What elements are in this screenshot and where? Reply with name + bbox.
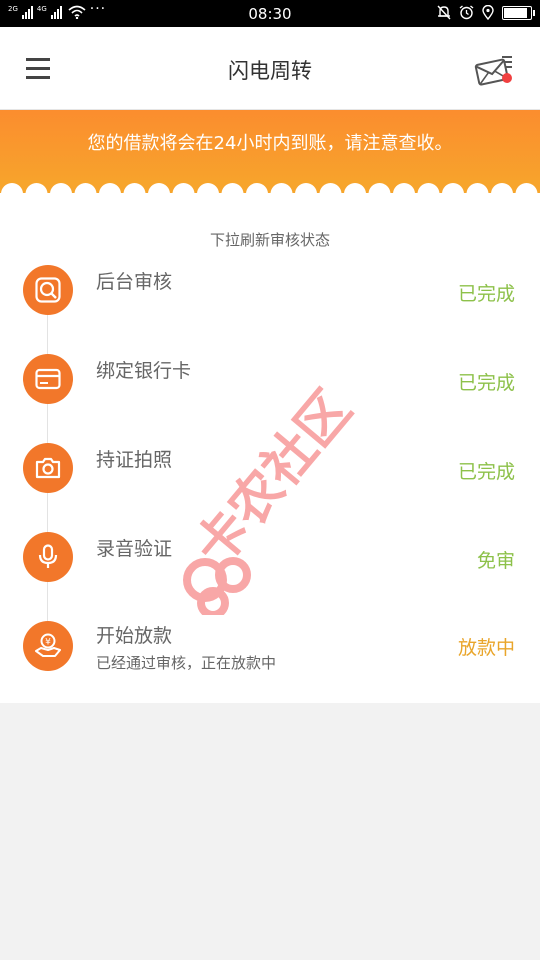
yuan-hand-icon: ¥ xyxy=(23,621,73,671)
app-header: 闪电周转 xyxy=(0,27,540,110)
notification-dot xyxy=(502,73,512,83)
bank-card-icon xyxy=(23,354,73,404)
step-status: 放款中 xyxy=(457,637,515,659)
banner-text: 您的借款将会在24小时内到账，请注意查收。 xyxy=(87,133,453,154)
step-status: 已完成 xyxy=(457,283,515,305)
battery-icon xyxy=(502,5,535,20)
step-subtitle: 已经通过审核，正在放款中 xyxy=(96,654,277,672)
message-button[interactable] xyxy=(474,51,516,89)
search-icon xyxy=(23,265,73,315)
pull-refresh-hint: 下拉刷新审核状态 xyxy=(209,231,330,249)
camera-icon xyxy=(23,443,73,493)
review-progress-panel: 下拉刷新审核状态 后台审核 已完成 绑定银行卡 已完成 持证拍照 已完成 录音验… xyxy=(0,193,540,703)
svg-text:¥: ¥ xyxy=(45,638,51,648)
step-backend-review: 后台审核 已完成 xyxy=(0,263,540,323)
step-title: 后台审核 xyxy=(96,271,173,293)
banner-scallop-edge xyxy=(0,180,540,194)
microphone-icon xyxy=(23,532,73,582)
step-status: 已完成 xyxy=(457,461,515,483)
step-bind-bank-card: 绑定银行卡 已完成 xyxy=(0,352,540,412)
alarm-icon xyxy=(459,5,474,20)
step-id-photo: 持证拍照 已完成 xyxy=(0,441,540,501)
page-title: 闪电周转 xyxy=(228,59,312,83)
mail-icon xyxy=(474,56,512,86)
step-start-disbursement: ¥ 开始放款 已经通过审核，正在放款中 放款中 xyxy=(0,619,540,679)
step-status: 免审 xyxy=(476,550,515,572)
status-bar-right xyxy=(437,5,535,20)
status-bar: 2G 4G ··· 08:30 xyxy=(0,0,540,27)
mute-icon xyxy=(437,5,451,20)
location-icon xyxy=(482,5,494,20)
step-voice-verify: 录音验证 免审 xyxy=(0,530,540,590)
step-title: 开始放款 xyxy=(96,625,173,647)
notice-banner: 您的借款将会在24小时内到账，请注意查收。 xyxy=(0,110,540,190)
step-title: 绑定银行卡 xyxy=(96,360,192,382)
step-status: 已完成 xyxy=(457,372,515,394)
step-title: 录音验证 xyxy=(96,538,173,560)
step-title: 持证拍照 xyxy=(96,449,173,471)
